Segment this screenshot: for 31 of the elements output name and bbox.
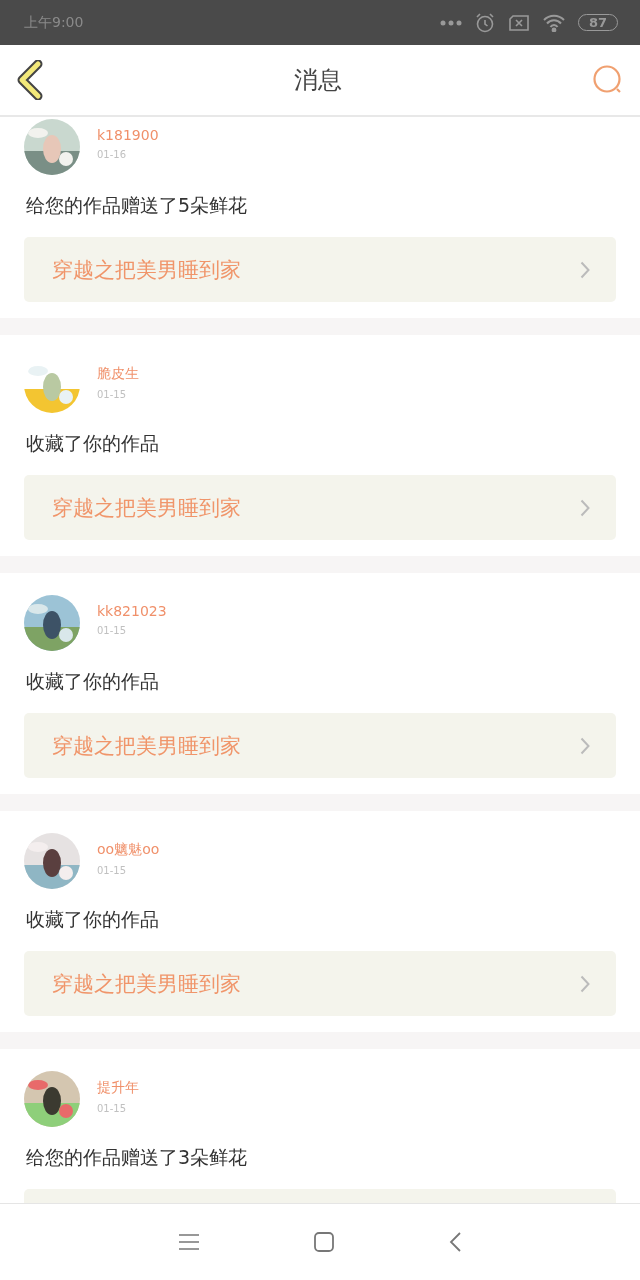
user-name[interactable]: 提升年 (97, 1079, 139, 1097)
message-date: 01-15 (97, 865, 128, 876)
work-link[interactable]: 穿越之把美男睡到家 (24, 237, 616, 302)
sim-card-x-icon (507, 14, 530, 31)
menu-icon[interactable] (179, 1234, 199, 1250)
chevron-right-icon (580, 974, 590, 993)
message-date: 01-15 (97, 1103, 128, 1114)
message-text: 收藏了你的作品 (26, 431, 160, 456)
message-date: 01-15 (97, 389, 128, 400)
chevron-right-icon (580, 736, 590, 755)
chevron-right-icon (580, 498, 590, 517)
message-text: 收藏了你的作品 (26, 669, 160, 694)
home-square-icon[interactable] (314, 1232, 334, 1252)
user-name[interactable]: oo魑魅oo (97, 841, 160, 859)
work-link[interactable]: 穿越之把美男睡到家 (24, 951, 616, 1016)
more-dots-icon (439, 19, 462, 26)
user-name[interactable]: kk821023 (97, 603, 167, 619)
work-link[interactable]: 穿越之把美男睡到家 (24, 475, 616, 540)
message-text: 给您的作品赠送了5朵鲜花 (26, 193, 249, 218)
page-title: 消息 (294, 65, 342, 96)
message-text: 给您的作品赠送了3朵鲜花 (26, 1145, 249, 1170)
message-date: 01-16 (97, 149, 128, 160)
user-name[interactable]: 脆皮生 (97, 365, 139, 383)
work-link[interactable]: 穿越之把美男睡到家 (24, 713, 616, 778)
back-nav-icon[interactable] (449, 1232, 461, 1252)
chevron-right-icon (580, 260, 590, 279)
back-chevron-icon[interactable] (16, 60, 44, 100)
message-date: 01-15 (97, 625, 128, 636)
wifi-icon (541, 13, 566, 32)
user-name[interactable]: k181900 (97, 127, 159, 143)
message-text: 收藏了你的作品 (26, 907, 160, 932)
